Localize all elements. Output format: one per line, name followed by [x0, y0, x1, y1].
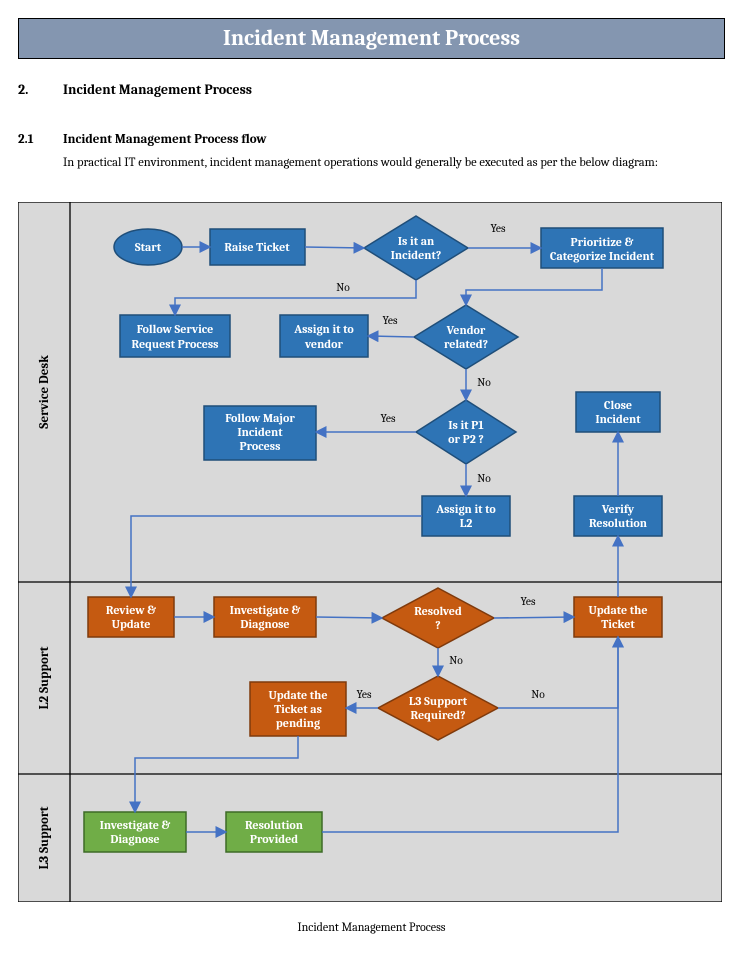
svg-text:Resolved: Resolved [414, 604, 462, 618]
svg-text:Provided: Provided [250, 832, 298, 846]
svg-text:Request Process: Request Process [131, 337, 218, 351]
svg-text:Update the: Update the [268, 688, 327, 702]
svg-text:Investigate &: Investigate & [230, 603, 301, 617]
section-number: 2. [18, 81, 63, 98]
svg-text:Resolution: Resolution [589, 516, 648, 530]
svg-text:or P2 ?: or P2 ? [448, 432, 484, 446]
body-paragraph: In practical IT environment, incident ma… [63, 155, 683, 172]
svg-text:Follow Service: Follow Service [137, 322, 214, 336]
page-footer: Incident Management Process [18, 920, 725, 934]
subsection-number: 2.1 [18, 132, 63, 147]
svg-text:Ticket as: Ticket as [274, 702, 322, 716]
svg-text:Is it P1: Is it P1 [448, 418, 484, 432]
svg-text:Close: Close [604, 398, 632, 412]
svg-text:L2: L2 [460, 516, 473, 530]
section-heading-row: 2. Incident Management Process [18, 81, 725, 98]
svg-text:Required?: Required? [410, 708, 465, 722]
svg-text:Investigate &: Investigate & [100, 818, 171, 832]
page-title-banner: Incident Management Process [18, 18, 725, 59]
node-start-label: Start [135, 240, 162, 254]
svg-text:Vendor: Vendor [446, 323, 486, 337]
svg-text:Categorize Incident: Categorize Incident [550, 249, 655, 263]
flowchart-diagram: Service Desk L2 Support L3 Support Start… [18, 202, 725, 906]
section-title: Incident Management Process [63, 81, 252, 98]
svg-text:Diagnose: Diagnose [110, 832, 159, 846]
node-raise-ticket-label: Raise Ticket [224, 240, 290, 254]
subsection-heading-row: 2.1 Incident Management Process flow [18, 132, 725, 147]
svg-text:Process: Process [240, 439, 281, 453]
svg-text:Ticket: Ticket [601, 617, 635, 631]
svg-text:vendor: vendor [304, 337, 343, 351]
edge-label: No [477, 376, 491, 389]
svg-text:Review &: Review & [106, 603, 156, 617]
svg-text:Is it an: Is it an [398, 234, 435, 248]
edge-label: Yes [381, 412, 396, 425]
svg-text:pending: pending [276, 716, 320, 730]
edge-label: Yes [521, 595, 536, 608]
svg-text:Incident: Incident [595, 412, 641, 426]
subsection-title: Incident Management Process flow [63, 132, 267, 147]
svg-text:related?: related? [444, 337, 488, 351]
svg-text:Assign it to: Assign it to [293, 322, 354, 336]
svg-text:Verify: Verify [601, 502, 635, 516]
svg-text:L3 Support: L3 Support [409, 694, 468, 708]
lane-l3-support: L3 Support [37, 806, 52, 869]
svg-text:Follow Major: Follow Major [225, 411, 295, 425]
svg-text:Resolution: Resolution [245, 818, 304, 832]
svg-text:Diagnose: Diagnose [240, 617, 289, 631]
svg-text:?: ? [435, 618, 440, 632]
lane-l2-support: L2 Support [37, 646, 52, 709]
edge-label: No [449, 654, 463, 667]
svg-text:Update: Update [112, 617, 151, 631]
svg-text:Incident?: Incident? [391, 248, 442, 262]
svg-text:Incident: Incident [237, 425, 283, 439]
edge-label: Yes [491, 222, 506, 235]
edge-label: No [477, 472, 491, 485]
edge-label: Yes [357, 688, 372, 701]
edge-label: Yes [383, 314, 398, 327]
lane-service-desk: Service Desk [37, 355, 52, 429]
svg-text:Assign it to: Assign it to [435, 502, 496, 516]
svg-text:Update the: Update the [588, 603, 647, 617]
svg-text:Prioritize &: Prioritize & [570, 235, 633, 249]
edge-label: No [531, 688, 545, 701]
edge-label: No [336, 281, 350, 294]
